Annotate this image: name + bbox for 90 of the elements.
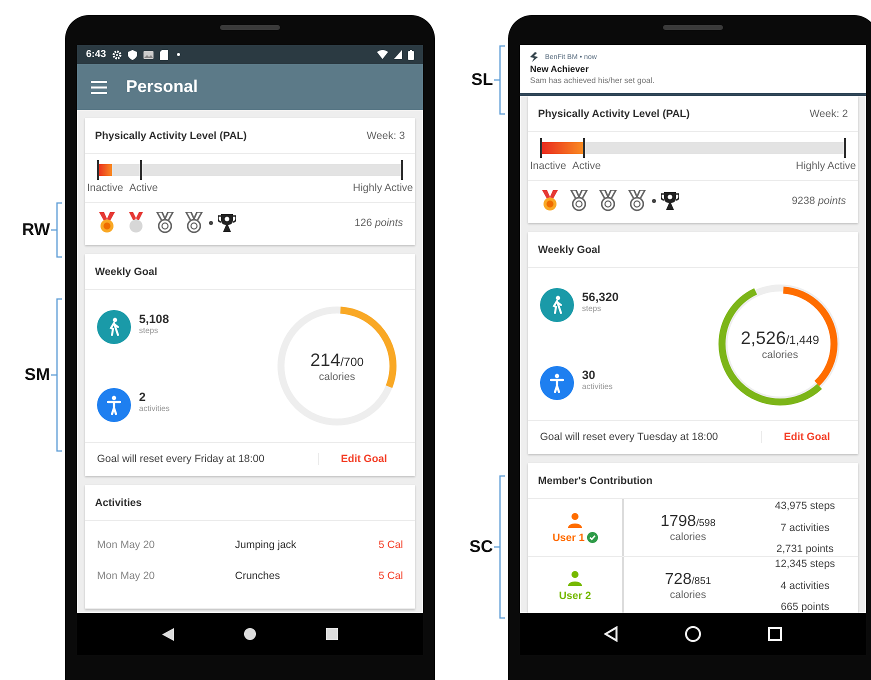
annotation-label: SC [469, 537, 493, 557]
scale-label: Highly Active [352, 182, 413, 194]
calories-label: calories [670, 588, 706, 600]
activity-name: Jumping jack [235, 539, 298, 551]
bracket-drawing [494, 45, 506, 115]
back-icon[interactable] [162, 628, 174, 640]
home-icon[interactable] [684, 626, 701, 642]
activity-calories: 5 Cal [378, 539, 403, 551]
calories-label: calories [318, 370, 356, 382]
scale-tick [844, 138, 846, 158]
member-calories: 728/851 [664, 570, 712, 588]
recents-icon[interactable] [768, 627, 782, 641]
activity-calories: 5 Cal [378, 570, 403, 582]
speaker-grille [663, 25, 723, 30]
scale-label: Active [129, 182, 158, 194]
steps-count: 5,108 [139, 312, 170, 326]
edit-goal-button[interactable]: Edit Goal [318, 453, 403, 465]
speaker-grille [220, 25, 280, 30]
member-stat: 12,345 steps [774, 558, 836, 570]
member-stat: 665 points [780, 601, 830, 613]
gear-icon [112, 50, 122, 60]
walking-icon [97, 310, 131, 344]
scale-label: Inactive [530, 160, 566, 172]
trophy-icon [218, 213, 236, 233]
card-title: Member's Contribution [538, 475, 652, 487]
shield-icon [128, 50, 138, 60]
annotation-label: SM [24, 365, 50, 385]
person-icon [97, 388, 131, 422]
status-time: 6:43 [86, 49, 106, 60]
points-label: 126 points [354, 217, 403, 229]
person-icon [540, 366, 574, 400]
activity-date: Mon May 20 [97, 570, 156, 582]
scale-tick [540, 138, 542, 158]
member-calories: 1798/598 [660, 512, 716, 530]
calories-label: calories [670, 530, 706, 542]
goal-reset-note: Goal will reset every Friday at 18:00 [97, 453, 319, 465]
steps-count: 56,320 [582, 290, 619, 304]
battery-icon [408, 50, 414, 60]
calories-label: calories [762, 348, 798, 360]
week-label: Week: 2 [810, 108, 848, 120]
sd-card-icon [160, 50, 168, 60]
notification-dot [177, 53, 180, 56]
scale-tick [140, 160, 142, 180]
scale-tick [401, 160, 403, 180]
notification-title: New Achiever [530, 64, 590, 74]
activities-label: activities [582, 382, 613, 390]
activities-label: activities [139, 404, 170, 412]
app-title: Personal [126, 77, 198, 97]
points-label: 9238 points [792, 195, 846, 207]
trophy-icon [661, 191, 679, 211]
week-label: Week: 3 [366, 130, 405, 142]
member-stat: 43,975 steps [774, 500, 836, 512]
scale-label: Highly Active [796, 160, 856, 172]
scale-label: Active [572, 160, 601, 172]
image-icon [143, 50, 154, 60]
card-title: Weekly Goal [95, 266, 158, 278]
member-stat: 4 activities [780, 580, 830, 592]
separator-dot [652, 199, 656, 203]
activities-count: 2 [139, 390, 147, 404]
annotation-label: SL [471, 70, 493, 90]
member-stat: 7 activities [780, 522, 830, 534]
card-title: Physically Activity Level (PAL) [95, 130, 247, 142]
goal-reset-note: Goal will reset every Tuesday at 18:00 [540, 431, 762, 443]
separator-dot [209, 221, 213, 225]
home-icon[interactable] [244, 628, 256, 640]
menu-icon[interactable] [91, 80, 107, 94]
wifi-icon [377, 50, 388, 59]
member-stat: 2,731 points [776, 543, 834, 555]
walking-icon [540, 288, 574, 322]
signal-icon [394, 50, 402, 59]
activity-name: Crunches [235, 570, 281, 582]
notification-text: Sam has achieved his/her set goal. [530, 76, 656, 85]
steps-label: steps [582, 304, 602, 312]
scale-tick [582, 138, 585, 158]
member-name: User 2 [558, 590, 592, 602]
activity-date: Mon May 20 [97, 539, 156, 551]
scale-label: Inactive [87, 182, 124, 194]
scale-tick [97, 160, 99, 180]
back-icon[interactable] [604, 626, 618, 642]
bracket-drawing [51, 202, 63, 258]
steps-label: steps [139, 326, 160, 334]
card-title: Activities [95, 497, 142, 509]
annotation-label: RW [22, 220, 50, 240]
edit-goal-button[interactable]: Edit Goal [762, 431, 846, 443]
calories-value: 2,526/1,449 [740, 328, 820, 348]
member-name: User 1 [552, 532, 585, 544]
activities-count: 30 [582, 368, 596, 382]
card-title: Weekly Goal [538, 244, 600, 256]
calories-value: 214/700 [310, 350, 364, 370]
card-title: Physically Activity Level (PAL) [538, 108, 690, 120]
